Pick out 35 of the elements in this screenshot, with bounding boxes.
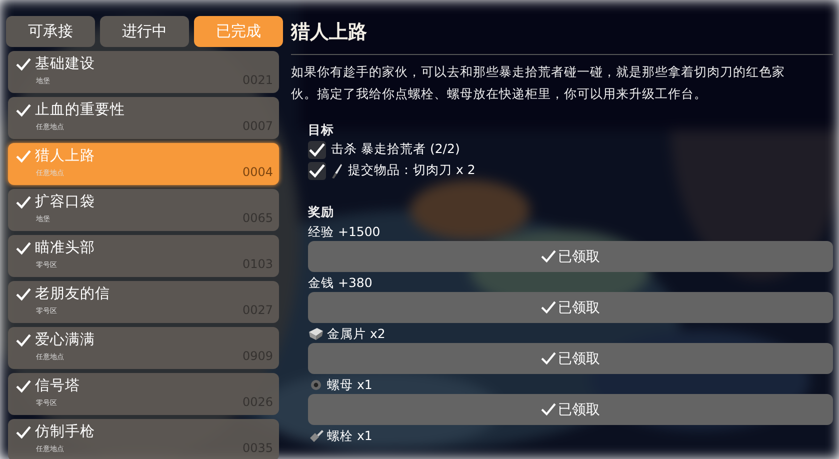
quest-heading: 猎人上路: [291, 20, 368, 45]
section-heading: 目标: [308, 121, 335, 139]
quest-title: 止血的重要性: [35, 101, 125, 120]
objective-text: 击杀 暴走拾荒者 (2/2): [331, 141, 460, 158]
bolt-icon: [308, 429, 324, 443]
reward-label: 金钱 +380: [308, 275, 372, 291]
claimed-button[interactable]: 已领取: [308, 343, 833, 374]
quest-title: 基础建设: [35, 55, 95, 74]
quest-title: 扩容口袋: [35, 192, 95, 212]
quest-title: 老朋友的信: [35, 285, 110, 304]
section-heading: 奖励: [308, 203, 335, 221]
tab[interactable]: 可承接: [6, 16, 95, 47]
claimed-button[interactable]: 已领取: [308, 292, 833, 323]
quest-number: 0004: [242, 164, 273, 180]
check-icon: [541, 352, 556, 365]
claimed-button[interactable]: 已领取: [308, 394, 833, 425]
quest-title: 爱心满满: [35, 330, 95, 350]
quest-title: 瞄准头部: [35, 238, 95, 258]
nut-icon: [308, 378, 324, 392]
check-icon: [541, 301, 556, 314]
metal-sheet-icon: [308, 327, 324, 341]
knife-icon: [331, 162, 343, 178]
quest-description: 如果你有趁手的家伙，可以去和那些暴走拾荒者碰一碰，就是那些拿着切肉刀的红色家伙。搞定了我给你点螺栓、螺母放在快递柜里，你可以用来升级工作台。: [291, 63, 786, 103]
reward-label: 经验 +1500: [308, 224, 380, 240]
check-icon: [541, 403, 556, 416]
reward-label: 金属片 x2: [327, 326, 386, 342]
objective-text: 提交物品：切肉刀 x 2: [348, 162, 476, 179]
check-icon: [541, 250, 556, 263]
quest-title: 猎人上路: [35, 147, 95, 166]
quest-title: 信号塔: [35, 377, 80, 396]
tab[interactable]: 进行中: [100, 16, 189, 47]
quest-title: 仿制手枪: [35, 422, 95, 442]
reward-label: 螺母 x1: [327, 377, 372, 393]
reward-label: 螺栓 x1: [327, 428, 372, 444]
claimed-button[interactable]: 已领取: [308, 241, 833, 272]
